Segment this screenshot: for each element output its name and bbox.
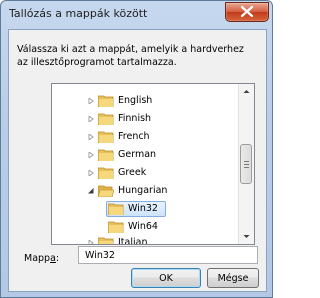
tree-item-label: Win64 (128, 221, 158, 232)
folder-icon (98, 149, 114, 161)
expand-arrow-icon[interactable] (88, 134, 94, 140)
tree-item-label: Finnish (118, 113, 152, 124)
scroll-down-button[interactable] (240, 229, 253, 244)
expand-arrow-icon[interactable] (88, 98, 94, 104)
expand-arrow-icon[interactable] (88, 116, 94, 122)
expand-arrow-icon[interactable] (88, 240, 94, 245)
scroll-up-button[interactable] (240, 84, 253, 99)
close-icon (241, 6, 253, 17)
folder-tree[interactable]: English Finnish French German Greek Hung… (51, 83, 255, 245)
browse-folder-dialog: Tallózás a mappák között Válassza ki azt… (0, 0, 273, 298)
cancel-button[interactable]: Mégse (207, 268, 259, 288)
folder-icon (98, 113, 114, 125)
tree-item-label: Italian (118, 237, 148, 245)
tree-item-label: Win32 (128, 203, 158, 214)
tree-item-label: French (118, 131, 150, 142)
folder-icon (98, 237, 114, 244)
folder-icon (98, 95, 114, 107)
ok-button[interactable]: OK (131, 268, 201, 288)
folder-icon (98, 131, 114, 143)
open-folder-icon (98, 185, 114, 197)
expand-arrow-icon[interactable] (88, 152, 94, 158)
scroll-down-arrow-icon (243, 235, 250, 238)
tree-item-label: English (118, 95, 153, 106)
tree-item-label: Hungarian (118, 185, 168, 196)
vertical-scrollbar[interactable] (238, 84, 254, 244)
close-button[interactable] (225, 2, 269, 22)
folder-icon (108, 221, 124, 233)
folder-input[interactable] (78, 246, 258, 264)
expand-arrow-icon[interactable] (88, 170, 94, 176)
scrollbar-thumb[interactable] (240, 144, 252, 184)
collapse-arrow-icon[interactable] (88, 188, 94, 194)
folder-icon (108, 203, 124, 215)
scroll-up-arrow-icon (243, 90, 250, 93)
window-title: Tallózás a mappák között (9, 7, 148, 20)
folder-icon (98, 167, 114, 179)
title-bar[interactable]: Tallózás a mappák között (1, 1, 272, 29)
tree-item-label: Greek (118, 167, 147, 178)
dialog-description: Válassza ki azt a mappát, amelyik a hard… (17, 44, 244, 68)
dialog-client-area: Válassza ki azt a mappát, amelyik a hard… (8, 29, 267, 292)
tree-item-label: German (118, 149, 157, 160)
folder-field-label: Mappa: (24, 253, 60, 264)
